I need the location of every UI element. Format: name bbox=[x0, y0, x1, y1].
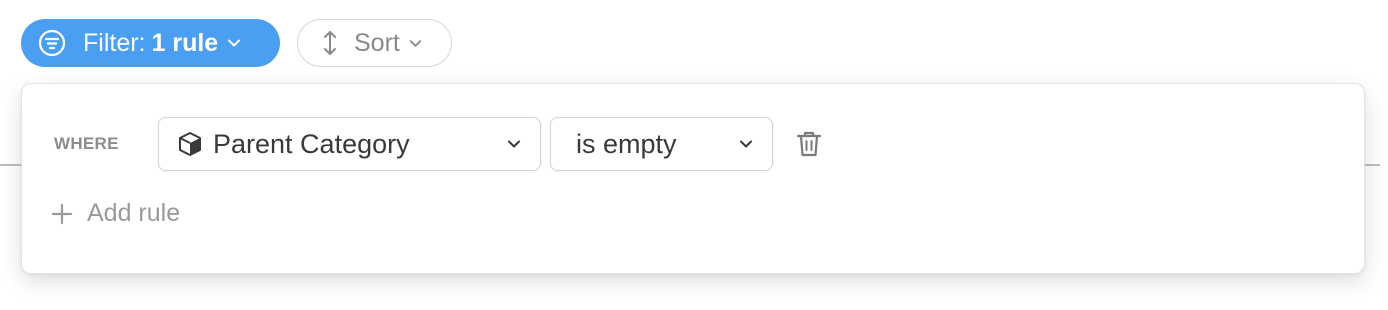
operator-select-value: is empty bbox=[576, 128, 677, 159]
filter-icon bbox=[38, 29, 66, 57]
sort-button[interactable]: Sort bbox=[297, 19, 452, 67]
view-toolbar: Filter: 1 rule Sort bbox=[21, 19, 452, 67]
sort-arrows-icon bbox=[324, 31, 336, 55]
field-select[interactable]: Parent Category bbox=[158, 117, 541, 171]
add-rule-button[interactable]: Add rule bbox=[51, 199, 180, 228]
chevron-down-icon bbox=[740, 140, 752, 148]
where-label: WHERE bbox=[54, 134, 119, 153]
filter-button[interactable]: Filter: 1 rule bbox=[21, 19, 280, 67]
chevron-down-icon bbox=[508, 140, 520, 148]
cube-icon bbox=[179, 132, 201, 156]
operator-select[interactable]: is empty bbox=[550, 117, 773, 171]
plus-icon bbox=[51, 203, 73, 224]
filter-label: Filter: bbox=[83, 28, 146, 57]
add-rule-label: Add rule bbox=[87, 199, 181, 227]
chevron-down-icon bbox=[228, 39, 241, 47]
field-select-value: Parent Category bbox=[213, 128, 410, 159]
sort-label: Sort bbox=[354, 28, 400, 57]
filter-sort-area: Filter: 1 rule Sort WHERE Parent Categor… bbox=[0, 0, 1388, 310]
delete-rule-icon[interactable] bbox=[794, 129, 824, 159]
chevron-down-icon bbox=[409, 39, 421, 47]
filter-count: 1 rule bbox=[151, 28, 219, 57]
filter-popover: WHERE Parent Category is empty Add rule bbox=[21, 83, 1365, 274]
